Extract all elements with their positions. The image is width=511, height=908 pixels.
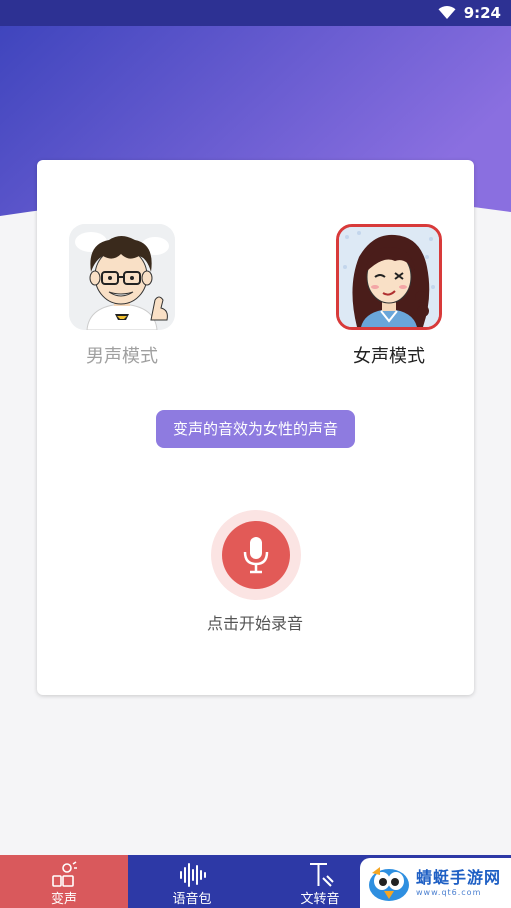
- voice-effect-tip: 变声的音效为女性的声音: [156, 410, 355, 448]
- female-mode-button[interactable]: [336, 224, 442, 330]
- wifi-icon: [438, 6, 456, 19]
- status-bar: 9:24: [0, 0, 511, 26]
- status-time: 9:24: [463, 4, 501, 22]
- nav-label-voice-pack: 语音包: [172, 892, 212, 907]
- bird-logo: [369, 867, 409, 901]
- voice-mode-card: 男声模式 女声模式 变声的音效为女性的声音 点击开始录音: [37, 160, 474, 695]
- female-mode-label[interactable]: 女声模式: [319, 342, 459, 368]
- waveform-icon: [180, 863, 206, 887]
- nav-item-voice-change[interactable]: 变声: [0, 855, 128, 908]
- male-mode-label[interactable]: 男声模式: [52, 342, 192, 368]
- watermark-url: www.qt6.com: [416, 887, 482, 897]
- text-to-speech-icon: [310, 863, 334, 887]
- record-label: 点击开始录音: [206, 614, 303, 633]
- site-watermark: 蜻蜓手游网 www.qt6.com: [360, 858, 511, 908]
- nav-label-text-to-speech: 文转音: [300, 892, 340, 907]
- record-button-inner[interactable]: [222, 521, 290, 589]
- male-mode-button[interactable]: [69, 224, 175, 330]
- nav-label-voice-change: 变声: [50, 892, 77, 907]
- female-avatar-icon: [339, 227, 439, 327]
- microphone-icon: [243, 537, 269, 574]
- nav-item-voice-pack[interactable]: 语音包: [128, 855, 256, 908]
- record-button[interactable]: [211, 510, 301, 600]
- male-avatar-icon: [69, 224, 175, 330]
- status-right: 9:24: [438, 3, 501, 23]
- voice-change-icon: [52, 861, 77, 887]
- watermark-title: 蜻蜓手游网: [416, 867, 502, 887]
- watermark-text: 蜻蜓手游网 www.qt6.com: [416, 867, 502, 897]
